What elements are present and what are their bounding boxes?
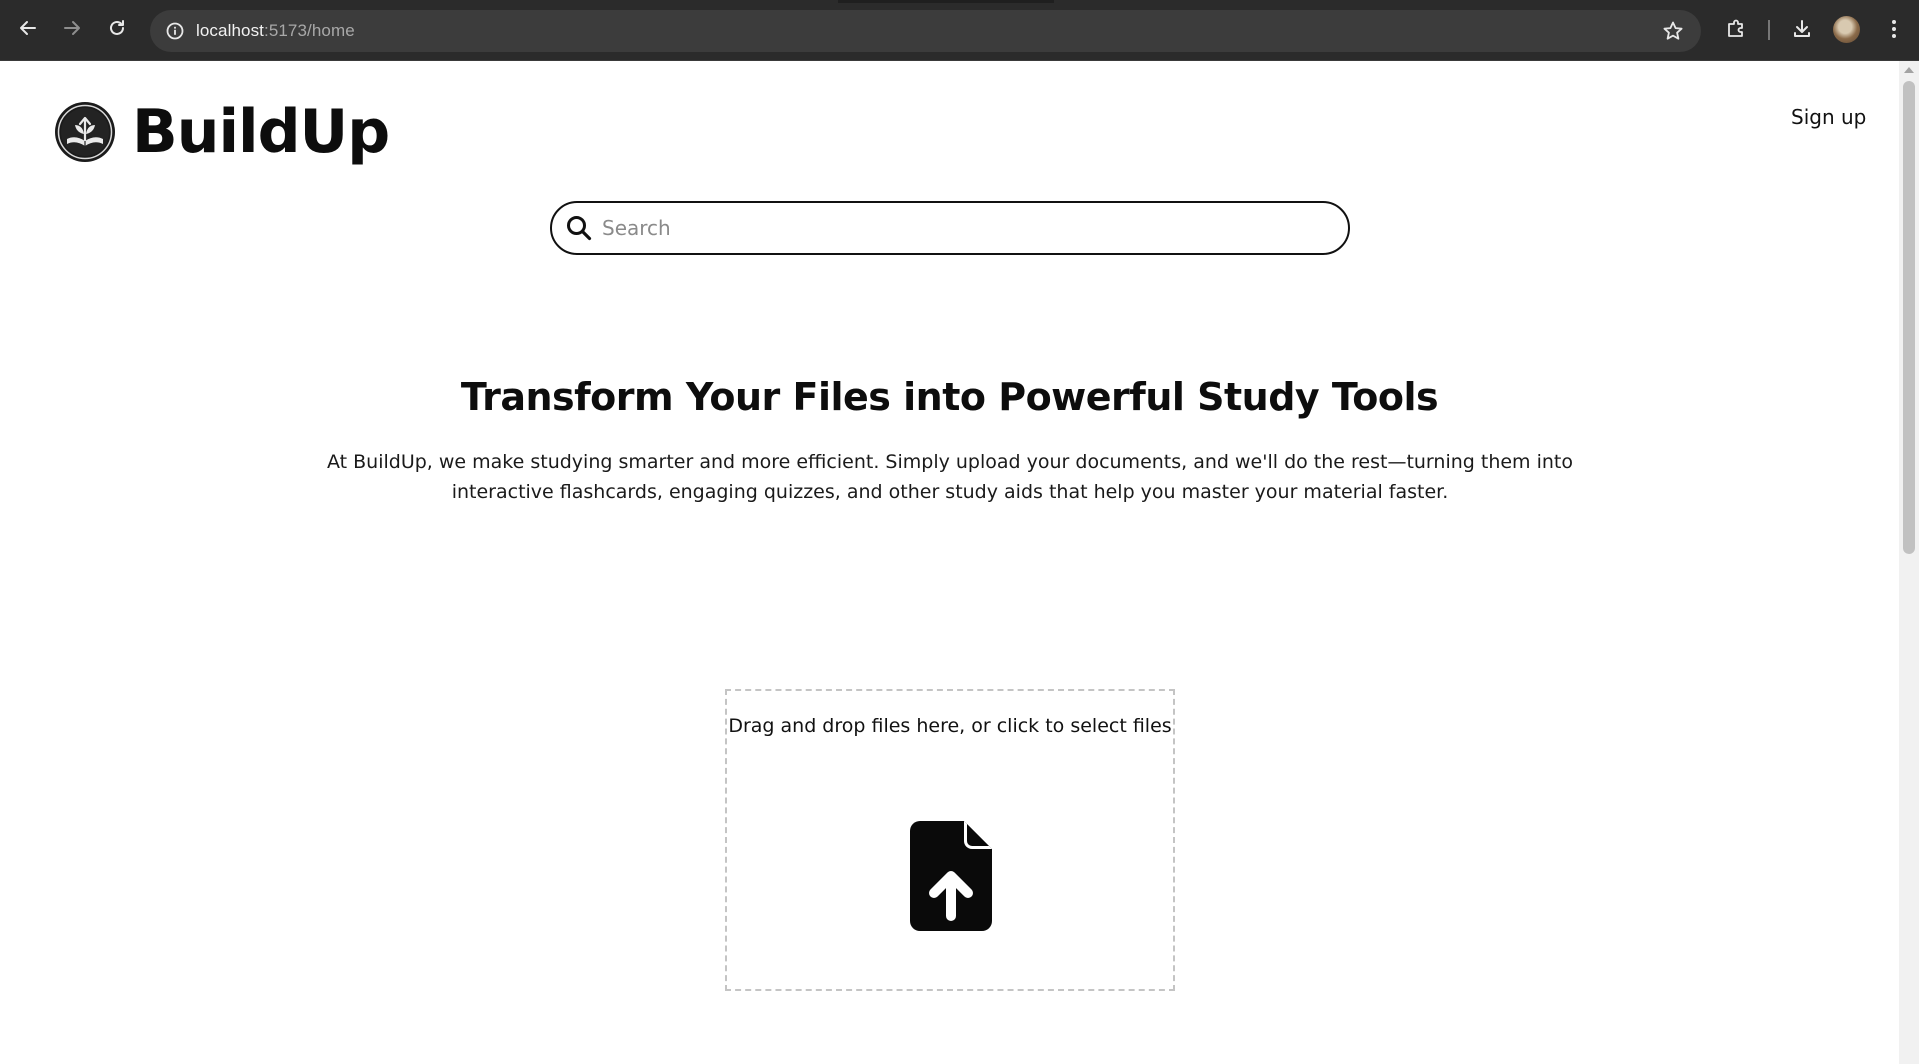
browser-toolbar: localhost:5173/home [0, 0, 1919, 61]
active-tab-edge [838, 0, 1054, 3]
extensions-button[interactable] [1721, 14, 1751, 44]
file-upload-icon [910, 821, 992, 931]
page-content: BuildUp Sign up Transform Your Files int… [0, 61, 1899, 1064]
logo-text: BuildUp [132, 97, 390, 167]
browser-menu-button[interactable] [1879, 14, 1909, 44]
toolbar-separator [1768, 20, 1770, 40]
kebab-menu-icon [1892, 20, 1896, 38]
dropzone-prompt: Drag and drop files here, or click to se… [728, 715, 1172, 737]
reload-button[interactable] [103, 14, 131, 42]
url-host: localhost [196, 21, 264, 40]
profile-avatar[interactable] [1833, 16, 1860, 43]
url-text: localhost:5173/home [196, 21, 355, 41]
info-icon[interactable] [164, 20, 186, 42]
sign-up-link[interactable]: Sign up [1791, 105, 1866, 129]
arrow-right-icon [64, 21, 80, 35]
scrollbar-thumb[interactable] [1903, 81, 1915, 554]
file-dropzone[interactable]: Drag and drop files here, or click to se… [725, 689, 1175, 991]
download-icon [1794, 20, 1810, 37]
url-path: :5173/home [264, 21, 355, 40]
search-input[interactable] [602, 216, 1322, 240]
buildup-logo-icon [55, 102, 115, 162]
back-button[interactable] [14, 14, 42, 42]
page-scrollbar[interactable] [1899, 61, 1919, 1064]
star-icon[interactable] [1661, 19, 1685, 43]
hero-description: At BuildUp, we make studying smarter and… [326, 451, 1573, 503]
search-bar[interactable] [550, 201, 1350, 255]
logo[interactable]: BuildUp [54, 97, 390, 167]
scroll-up-arrow-icon[interactable] [1904, 67, 1914, 73]
forward-button[interactable] [58, 14, 86, 42]
downloads-button[interactable] [1787, 14, 1817, 44]
puzzle-icon [1728, 19, 1743, 37]
reload-icon [110, 20, 124, 35]
hero-title: Transform Your Files into Powerful Study… [460, 375, 1439, 419]
search-icon [564, 213, 594, 243]
arrow-left-icon [20, 21, 36, 35]
address-bar[interactable]: localhost:5173/home [150, 10, 1701, 52]
